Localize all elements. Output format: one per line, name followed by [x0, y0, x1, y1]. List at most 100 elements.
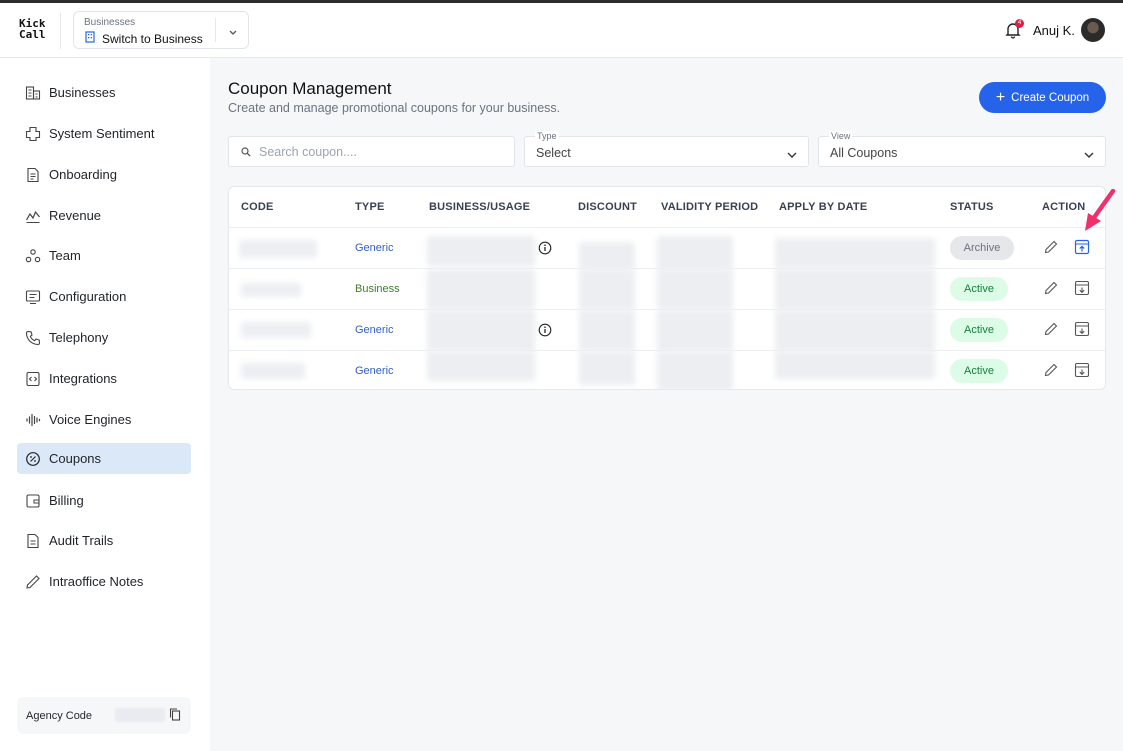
sidebar-item-revenue[interactable]: Revenue — [17, 200, 191, 231]
apply-by-date-redacted — [775, 351, 935, 379]
sidebar-item-billing[interactable]: Billing — [17, 485, 191, 516]
create-coupon-button[interactable]: + Create Coupon — [979, 82, 1106, 113]
validity-redacted — [657, 269, 733, 310]
business-usage-redacted — [427, 269, 535, 310]
business-switcher[interactable]: Businesses Switch to Business — [73, 11, 249, 49]
sidebar-item-label: Businesses — [49, 85, 116, 100]
sidebar-item-telephony[interactable]: Telephony — [17, 322, 191, 353]
sidebar-item-coupons[interactable]: Coupons — [17, 443, 191, 474]
user-name[interactable]: Anuj K. — [1033, 23, 1075, 38]
info-icon[interactable] — [538, 323, 552, 342]
agency-code-label: Agency Code — [26, 710, 93, 722]
status-badge: Active — [950, 359, 1008, 383]
coupon-type: Business — [355, 283, 400, 295]
notification-badge: 4 — [1015, 19, 1024, 28]
type-select-label: Type — [535, 131, 559, 141]
archive-icon[interactable] — [1074, 280, 1090, 301]
table-row[interactable]: Generic Archive — [229, 227, 1105, 270]
billing-icon — [24, 492, 41, 509]
avatar[interactable] — [1081, 18, 1105, 42]
code-value-redacted — [241, 322, 311, 338]
sidebar-item-label: Audit Trails — [49, 533, 114, 548]
sidebar-item-label: Integrations — [49, 371, 117, 386]
apply-by-date-redacted — [775, 310, 935, 351]
header-divider — [60, 13, 61, 49]
edit-pencil-icon[interactable] — [1044, 281, 1058, 300]
unarchive-icon[interactable] — [1074, 239, 1090, 260]
agency-code-box: Agency Code — [17, 697, 191, 734]
sidebar: Businesses System Sentiment Onboarding R… — [0, 58, 210, 751]
sidebar-item-businesses[interactable]: Businesses — [17, 77, 191, 108]
table-row[interactable]: Generic Active — [229, 350, 1105, 389]
sidebar-item-intraoffice-notes[interactable]: Intraoffice Notes — [17, 566, 191, 597]
discount-redacted — [579, 351, 635, 385]
sidebar-item-label: Voice Engines — [49, 412, 132, 427]
status-badge: Active — [950, 277, 1008, 301]
type-select[interactable]: Type Select — [524, 131, 809, 167]
switcher-label: Businesses — [84, 17, 136, 28]
kickcall-logo[interactable]: Kick Call — [19, 18, 46, 40]
phone-icon — [24, 329, 41, 346]
create-coupon-label: Create Coupon — [1011, 91, 1090, 104]
voice-icon — [24, 411, 41, 428]
sidebar-item-label: Onboarding — [49, 167, 117, 182]
sidebar-item-label: Coupons — [49, 451, 102, 466]
info-icon[interactable] — [538, 241, 552, 260]
pointer-arrow-icon — [1079, 188, 1119, 240]
discount-redacted — [579, 310, 635, 351]
code-value-redacted — [241, 283, 301, 297]
edit-pencil-icon[interactable] — [1044, 322, 1058, 341]
table-row[interactable]: Generic Active — [229, 309, 1105, 351]
view-select-label: View — [829, 131, 853, 141]
sidebar-item-label: Billing — [49, 493, 84, 508]
configuration-icon — [24, 288, 41, 305]
switcher-value: Switch to Business — [84, 31, 203, 46]
column-header-code: CODE — [241, 201, 274, 213]
apply-by-date-redacted — [775, 269, 935, 310]
sidebar-item-label: Revenue — [49, 208, 102, 223]
sidebar-item-integrations[interactable]: Integrations — [17, 363, 191, 394]
sidebar-item-team[interactable]: Team — [17, 240, 191, 271]
validity-redacted — [657, 310, 733, 351]
sidebar-item-audit-trails[interactable]: Audit Trails — [17, 525, 191, 556]
validity-redacted — [657, 351, 733, 389]
table-row[interactable]: Business Active — [229, 268, 1105, 310]
search-icon — [241, 147, 251, 157]
discount-redacted — [579, 242, 635, 270]
copy-icon[interactable] — [169, 708, 181, 726]
building-icon — [84, 31, 96, 46]
code-value-redacted — [241, 363, 305, 379]
plus-icon: + — [995, 88, 1006, 106]
view-select[interactable]: View All Coupons — [818, 131, 1106, 167]
chevron-down-icon[interactable] — [228, 24, 238, 42]
chevron-down-icon — [1083, 147, 1095, 165]
column-header-business-usage: BUSINESS/USAGE — [429, 201, 531, 213]
revenue-icon — [24, 207, 41, 224]
archive-icon[interactable] — [1074, 362, 1090, 383]
search-input[interactable]: Search coupon.... — [228, 136, 515, 167]
sidebar-item-system-sentiment[interactable]: System Sentiment — [17, 118, 191, 149]
switcher-value-text: Switch to Business — [102, 31, 203, 46]
column-header-status: STATUS — [950, 201, 994, 213]
page-subtitle: Create and manage promotional coupons fo… — [228, 101, 561, 115]
discount-redacted — [579, 269, 635, 310]
status-badge: Archive — [950, 236, 1014, 260]
column-header-discount: DISCOUNT — [578, 201, 638, 213]
edit-pencil-icon[interactable] — [1044, 240, 1058, 259]
coupon-type: Generic — [355, 365, 394, 377]
sidebar-item-label: Intraoffice Notes — [49, 574, 144, 589]
sidebar-item-voice-engines[interactable]: Voice Engines — [17, 404, 191, 435]
business-usage-redacted — [427, 310, 535, 351]
sidebar-item-onboarding[interactable]: Onboarding — [17, 159, 191, 190]
coupon-table: CODE TYPE BUSINESS/USAGE DISCOUNT VALIDI… — [228, 186, 1106, 390]
page-title: Coupon Management — [228, 79, 392, 98]
audit-icon — [24, 532, 41, 549]
logo-line-2: Call — [19, 28, 46, 41]
edit-pencil-icon[interactable] — [1044, 363, 1058, 382]
archive-icon[interactable] — [1074, 321, 1090, 342]
onboarding-icon — [24, 166, 41, 183]
search-placeholder: Search coupon.... — [259, 145, 357, 159]
coupon-icon — [24, 450, 41, 467]
view-select-value: All Coupons — [830, 146, 898, 160]
sidebar-item-configuration[interactable]: Configuration — [17, 281, 191, 312]
